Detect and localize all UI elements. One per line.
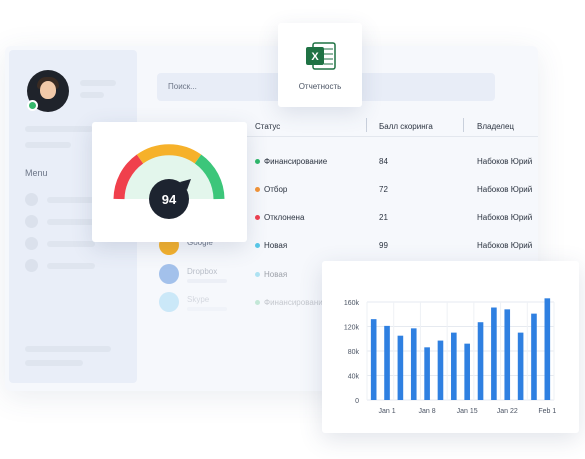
menu-item-icon[interactable] [25, 215, 38, 228]
owner-cell: Набоков Юрий [477, 185, 533, 194]
chart-card: 0 40k 80k 120k 160k Jan 1 Jan 8 Jan 15 Jan 22 Feb… [322, 261, 579, 433]
menu-label: Menu [25, 168, 48, 178]
sidebar-footer-line [25, 360, 83, 366]
owner-cell: Набоков Юрий [477, 213, 533, 222]
company-name: Dropbox [187, 267, 218, 276]
status-dot [255, 272, 260, 277]
x-tick-label: Jan 22 [497, 408, 518, 415]
company-name: Skype [187, 295, 210, 304]
bar-chart: 0 40k 80k 120k 160k Jan 1 Jan 8 Jan 15 Jan 22 Feb… [344, 298, 556, 415]
sidebar-line [25, 126, 93, 132]
bar [464, 343, 470, 400]
score-cell: 72 [379, 185, 388, 194]
bar [544, 298, 551, 400]
menu-item-label[interactable] [47, 197, 95, 203]
score-gauge-card: 94 [92, 122, 247, 242]
gauge-value: 94 [162, 192, 177, 207]
company-subtitle-placeholder [187, 307, 227, 311]
owner-cell: Набоков Юрий [477, 241, 533, 250]
score-cell: 21 [379, 213, 388, 222]
status-cell: Отклонена [264, 213, 305, 222]
excel-icon: X [306, 42, 336, 70]
online-status-dot [27, 100, 38, 111]
user-name-placeholder [80, 80, 116, 86]
sidebar-footer-line [25, 346, 111, 352]
search-placeholder: Поиск... [168, 82, 197, 91]
score-cell: 84 [379, 157, 388, 166]
status-dot [255, 300, 260, 305]
y-tick-label: 80k [348, 349, 360, 356]
x-tick-label: Feb 1 [538, 408, 556, 415]
bar [397, 335, 404, 400]
menu-item-icon[interactable] [25, 259, 38, 272]
status-cell: Новая [264, 241, 288, 250]
bar [477, 322, 484, 400]
column-header-owner[interactable]: Владелец [477, 122, 514, 131]
menu-item-icon[interactable] [25, 193, 38, 206]
bar [451, 332, 457, 400]
score-cell: 99 [379, 241, 388, 250]
sidebar-line [25, 142, 71, 148]
score-gauge: 94 [113, 144, 225, 219]
bar [370, 319, 377, 400]
avatar-face [40, 81, 56, 99]
x-tick-label: Jan 1 [378, 408, 395, 415]
status-dot [255, 243, 260, 248]
report-card[interactable]: X Отчетность [278, 23, 362, 107]
bar [504, 309, 511, 400]
company-skype-icon [159, 292, 179, 312]
status-dot [255, 215, 260, 220]
bar [531, 313, 537, 400]
company-subtitle-placeholder [187, 279, 227, 283]
bar [437, 340, 444, 400]
column-separator [463, 118, 464, 132]
status-cell: Финансирование [264, 157, 328, 166]
x-tick-label: Jan 15 [457, 408, 478, 415]
svg-text:X: X [311, 51, 319, 63]
status-dot [255, 187, 260, 192]
column-separator [366, 118, 367, 132]
y-tick-label: 160k [344, 300, 360, 307]
y-tick-label: 40k [348, 374, 360, 381]
bar [410, 328, 417, 400]
user-role-placeholder [80, 92, 104, 98]
status-cell: Новая [264, 270, 288, 279]
status-cell: Отбор [264, 185, 288, 194]
menu-item-icon[interactable] [25, 237, 38, 250]
company-dropbox-icon [159, 264, 179, 284]
bar [491, 307, 497, 400]
avatar[interactable] [27, 70, 69, 112]
status-cell: Финансирование [264, 298, 328, 307]
menu-item-label[interactable] [47, 241, 95, 247]
report-card-label: Отчетность [298, 82, 342, 91]
column-header-status[interactable]: Статус [255, 122, 280, 131]
status-dot [255, 159, 260, 164]
column-header-score[interactable]: Балл скоринга [379, 122, 433, 131]
y-tick-label: 0 [355, 398, 359, 405]
menu-item-label[interactable] [47, 219, 95, 225]
owner-cell: Набоков Юрий [477, 157, 533, 166]
bar [424, 347, 430, 400]
bar [517, 332, 524, 400]
bar [384, 325, 390, 400]
menu-item-label[interactable] [47, 263, 95, 269]
x-tick-label: Jan 8 [419, 408, 436, 415]
y-tick-label: 120k [344, 325, 360, 332]
